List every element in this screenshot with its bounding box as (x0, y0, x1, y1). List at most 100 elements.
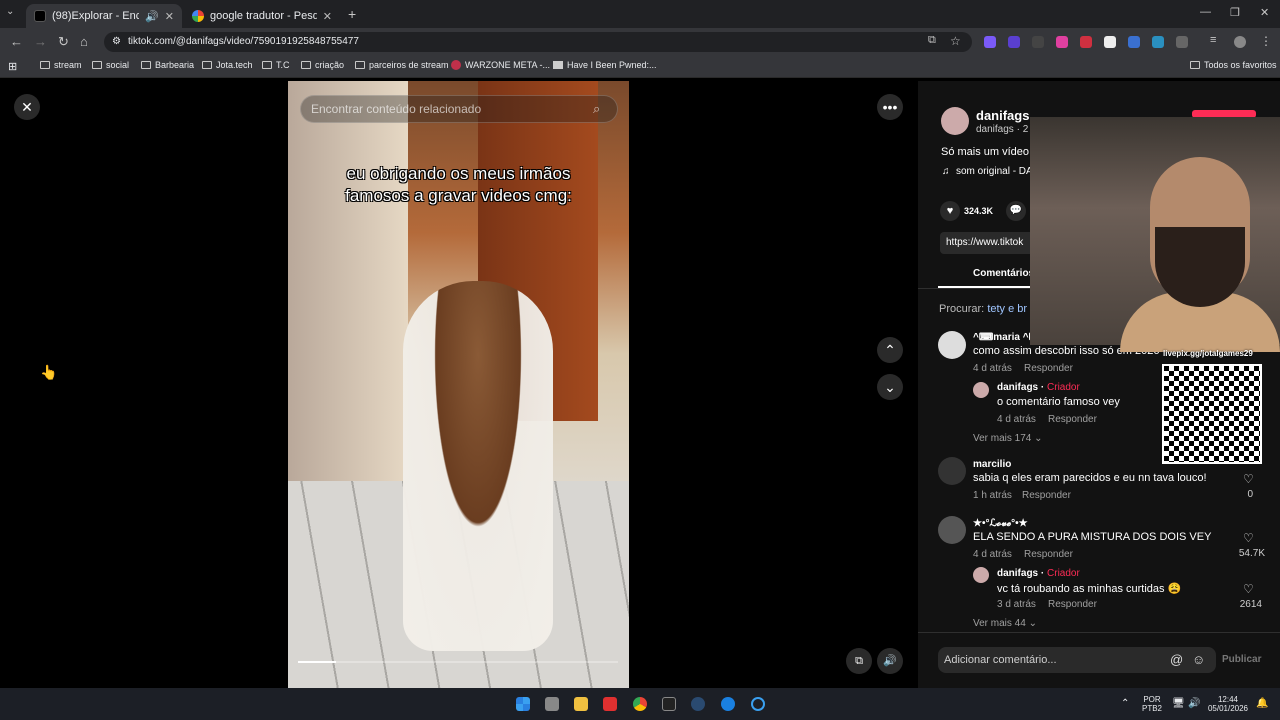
mention-icon[interactable]: @ (1170, 647, 1183, 673)
back-icon[interactable]: ← (10, 34, 23, 49)
bookmark-folder[interactable]: Jota.tech (202, 60, 253, 70)
reply-button[interactable]: Responder (1024, 549, 1073, 560)
file-explorer-icon[interactable] (574, 697, 588, 711)
search-icon[interactable]: ⌕ (593, 96, 600, 122)
address-bar[interactable]: ⚙ tiktok.com/@danifags/video/75901919258… (104, 32, 972, 52)
like-heart-icon[interactable]: ♥ (940, 201, 960, 221)
view-more-replies[interactable]: Ver mais 44 ⌄ (973, 618, 1037, 629)
reply-button[interactable]: Responder (1048, 414, 1097, 425)
extension-icon[interactable] (1128, 36, 1140, 48)
search-placeholder: Encontrar conteúdo relacionado (311, 102, 482, 116)
comment-like-icon[interactable]: ♡ (1243, 582, 1254, 596)
search-suggestion[interactable]: Procurar: tety e br (939, 303, 1027, 315)
extension-icon[interactable] (1152, 36, 1164, 48)
restore-icon[interactable]: ❐ (1230, 6, 1240, 19)
reading-list-icon[interactable]: ≡ (1210, 34, 1216, 46)
bookmark-folder[interactable]: T.C (262, 60, 290, 70)
chrome-icon[interactable] (633, 697, 647, 711)
commenter-avatar[interactable] (973, 567, 989, 583)
comment-input[interactable]: Adicionar comentário... @ ☺ (938, 647, 1216, 673)
task-view-icon[interactable] (545, 697, 559, 711)
commenter-avatar[interactable] (973, 382, 989, 398)
reload-icon[interactable]: ↻ (58, 34, 69, 50)
commenter-avatar[interactable] (938, 516, 966, 544)
extension-icon[interactable] (1104, 36, 1116, 48)
install-app-icon[interactable]: ⧉ (928, 34, 936, 47)
reply-button[interactable]: Responder (1048, 599, 1097, 610)
video-progress-track[interactable] (298, 661, 618, 663)
epic-games-icon[interactable] (662, 697, 676, 711)
comment-bubble-icon[interactable]: 💬 (1006, 201, 1026, 221)
apps-grid-icon[interactable]: ⊞ (8, 60, 17, 73)
search-term[interactable]: tety e br (987, 303, 1027, 315)
profile-avatar-icon[interactable] (1234, 36, 1246, 48)
extension-icon[interactable] (1032, 36, 1044, 48)
clock-time: 12:44 (1217, 695, 1239, 704)
bookmark-link[interactable]: WARZONE META -... (451, 60, 550, 70)
site-info-icon[interactable]: ⚙ (112, 32, 121, 52)
comment-like-icon[interactable]: ♡ (1243, 531, 1254, 545)
commenter-name[interactable]: ★•°ℒ𝓸𝓿𝓮°•★ (973, 518, 1028, 529)
bookmark-folder[interactable]: stream (40, 60, 82, 70)
tab-search-chevron-icon[interactable]: ⌄ (6, 6, 14, 17)
extension-icon[interactable] (1080, 36, 1092, 48)
volume-button[interactable]: 🔊 (877, 648, 903, 674)
bookmark-folder[interactable]: criação (301, 60, 344, 70)
close-tab-icon[interactable]: ✕ (165, 10, 174, 23)
close-window-icon[interactable]: ✕ (1260, 6, 1269, 19)
chevron-down-icon: ⌄ (1028, 618, 1037, 629)
bookmark-folder[interactable]: parceiros de stream (355, 60, 449, 70)
new-tab-icon[interactable]: + (348, 6, 356, 22)
tab-tiktok[interactable]: (98)Explorar - Encontre seu 🔊 ✕ (26, 4, 182, 28)
related-content-search[interactable]: Encontrar conteúdo relacionado ⌕ (300, 95, 618, 123)
close-tab-icon[interactable]: ✕ (323, 10, 332, 23)
author-avatar[interactable] (941, 107, 969, 135)
commenter-avatar[interactable] (938, 331, 966, 359)
minimize-icon[interactable]: — (1200, 6, 1211, 18)
commenter-avatar[interactable] (938, 457, 966, 485)
next-video-button[interactable]: ⌄ (877, 374, 903, 400)
reply-button[interactable]: Responder (1022, 490, 1071, 501)
commenter-name[interactable]: marcilio (973, 459, 1011, 470)
video-caption: eu obrigando os meus irmãos famosos a gr… (288, 163, 629, 207)
volume-tray-icon[interactable]: 🔊 (1188, 698, 1200, 709)
extension-icon[interactable] (1008, 36, 1020, 48)
tab-comments[interactable]: Comentários (973, 268, 1034, 279)
notifications-icon[interactable]: 🔔 (1256, 698, 1268, 709)
publish-button[interactable]: Publicar (1222, 654, 1261, 665)
bookmark-folder[interactable]: Barbearia (141, 60, 194, 70)
all-bookmarks-folder[interactable]: Todos os favoritos (1190, 60, 1277, 70)
app-icon[interactable] (603, 697, 617, 711)
input-language[interactable]: POR PTB2 (1140, 695, 1164, 713)
more-options-button[interactable]: ••• (877, 94, 903, 120)
home-icon[interactable]: ⌂ (80, 34, 88, 49)
network-icon[interactable]: 🖥 (1172, 698, 1185, 709)
commenter-name[interactable]: danifags · Criador (997, 382, 1080, 393)
tray-chevron-icon[interactable]: ⌃ (1121, 698, 1129, 709)
steam-icon[interactable] (691, 697, 705, 711)
menu-kebab-icon[interactable]: ⋮ (1260, 34, 1272, 48)
extensions-puzzle-icon[interactable] (1176, 36, 1188, 48)
sound-name[interactable]: som original - DA (956, 166, 1033, 177)
tab-google[interactable]: google tradutor - Pesquisa Goo ✕ (184, 4, 340, 28)
close-video-button[interactable]: ✕ (14, 94, 40, 120)
bookmark-folder[interactable]: social (92, 60, 129, 70)
view-more-replies[interactable]: Ver mais 174 ⌄ (973, 433, 1043, 444)
bookmark-link[interactable]: Have I Been Pwned:... (553, 60, 657, 70)
bookmark-star-icon[interactable]: ☆ (950, 34, 961, 48)
author-name[interactable]: danifags (976, 108, 1029, 123)
extension-icon[interactable] (1056, 36, 1068, 48)
commenter-name[interactable]: danifags · Criador (997, 568, 1080, 579)
reply-button[interactable]: Responder (1024, 363, 1073, 374)
app-icon[interactable] (751, 697, 765, 711)
divider (918, 632, 1280, 633)
comment-like-icon[interactable]: ♡ (1243, 472, 1254, 486)
extension-icon[interactable] (984, 36, 996, 48)
clock[interactable]: 12:44 05/01/2026 (1206, 695, 1250, 713)
floating-player-button[interactable]: ⧉ (846, 648, 872, 674)
windows-start-icon[interactable] (516, 697, 530, 711)
emoji-icon[interactable]: ☺ (1192, 647, 1205, 673)
previous-video-button[interactable]: ⌃ (877, 337, 903, 363)
battle-net-icon[interactable] (721, 697, 735, 711)
forward-icon[interactable]: → (34, 34, 47, 49)
